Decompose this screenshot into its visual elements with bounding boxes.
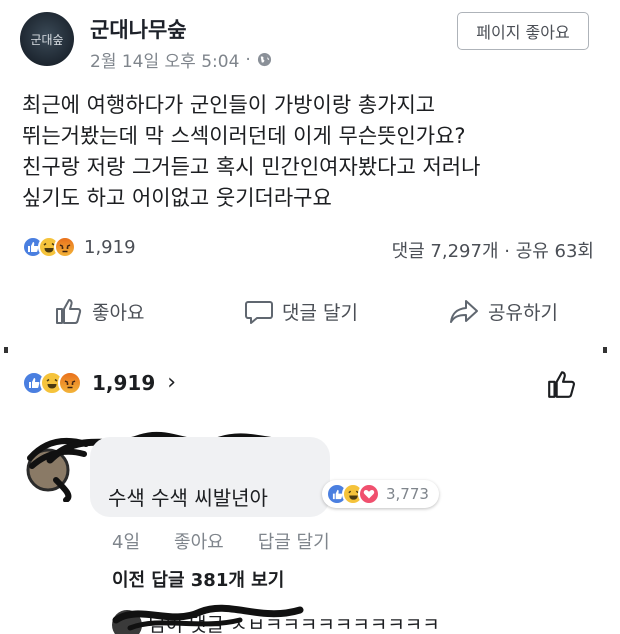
post-meta: 2월 14일 오후 5:04 · [90, 47, 272, 72]
meta-separator: · [245, 49, 251, 70]
post-timestamp[interactable]: 2월 14일 오후 5:04 [90, 47, 239, 72]
comment-share-stats[interactable]: 댓글 7,297개 · 공유 63회 [392, 237, 594, 263]
chevron-right-icon[interactable]: › [167, 370, 176, 395]
post-body-line: 뛰는거봤는데 막 스섹이러던데 이게 무슨뜻인가요? [22, 124, 466, 148]
share-action-button[interactable]: 공유하기 [448, 296, 558, 326]
post-card: 군대숲 군대나무숲 2월 14일 오후 5:04 · 페이지 좋아요 최근에 여… [0, 0, 620, 345]
angry-icon [58, 370, 82, 395]
thumbs-up-icon [56, 299, 82, 324]
love-icon [358, 483, 380, 505]
page-avatar[interactable]: 군대숲 [20, 12, 74, 66]
like-action-label: 좋아요 [92, 301, 145, 324]
page-name[interactable]: 군대나무숲 [90, 14, 187, 44]
reply-avatar-redacted [112, 610, 142, 634]
post-actions: 좋아요 댓글 달기 공유하기 [0, 296, 620, 336]
post-body-line: 싶기도 하고 어이없고 웃기더라구요 [22, 186, 332, 210]
share-icon [450, 300, 478, 323]
thumbs-up-icon[interactable] [546, 368, 578, 400]
share-action-label: 공유하기 [488, 301, 558, 324]
comment-reaction-count: 3,773 [386, 485, 429, 503]
view-previous-replies-link[interactable]: 이전 답글 381개 보기 [112, 566, 284, 592]
post-reactions[interactable]: 1,919 [22, 236, 136, 258]
screenshot-corner-mark [4, 347, 8, 353]
post-body-line: 친구랑 저랑 그거듣고 혹시 민간인여자봤다고 저러나 [22, 155, 481, 179]
comment-action-label: 댓글 달기 [282, 301, 358, 324]
comment-reply-button[interactable]: 답글 달기 [258, 528, 330, 554]
comment-text: 수색 수색 씨발년아 [108, 486, 268, 510]
comment-age[interactable]: 4일 [112, 528, 140, 554]
comment-actions: 4일 좋아요 답글 달기 [112, 528, 330, 554]
comment-like-button[interactable]: 좋아요 [174, 528, 224, 554]
like-action-button[interactable]: 좋아요 [54, 296, 144, 326]
comments-reaction-summary[interactable]: 1,919 › [22, 370, 176, 395]
comment-reactions[interactable]: 3,773 [322, 480, 439, 508]
reaction-count: 1,919 [92, 370, 156, 395]
comment-icon [245, 301, 273, 324]
avatar-text: 군대숲 [30, 32, 64, 47]
reply-preview[interactable]: 님이 댓글 ㅅㅂㅋㅋㅋㅋㅋㅋㅋㅋㅋㅋ [112, 606, 612, 634]
reaction-count[interactable]: 1,919 [84, 237, 136, 258]
comment-action-button[interactable]: 댓글 달기 [244, 296, 358, 326]
globe-icon [257, 52, 271, 67]
post-body: 최근에 여행하다가 군인들이 가방이랑 총가지고 뛰는거봤는데 막 스섹이러던데… [22, 90, 602, 214]
commenter-avatar-redacted[interactable] [26, 430, 88, 502]
angry-icon [54, 236, 76, 258]
like-page-button[interactable]: 페이지 좋아요 [457, 12, 589, 50]
reply-preview-text: 님이 댓글 ㅅㅂㅋㅋㅋㅋㅋㅋㅋㅋㅋㅋ [148, 614, 440, 634]
screenshot-corner-mark [603, 347, 607, 353]
post-body-line: 최근에 여행하다가 군인들이 가방이랑 총가지고 [22, 93, 436, 117]
